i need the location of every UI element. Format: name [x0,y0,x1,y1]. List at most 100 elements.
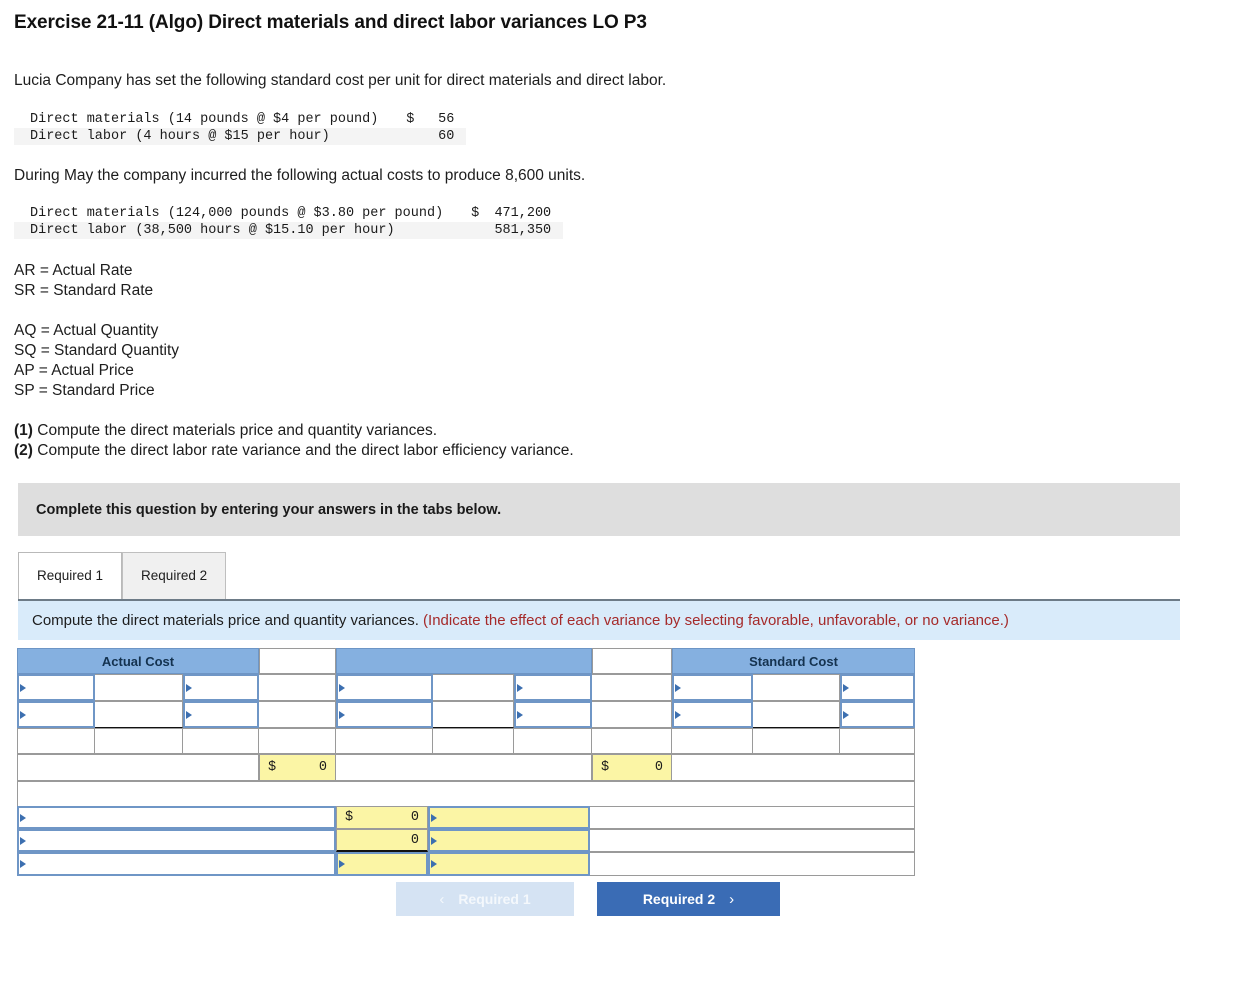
middle-price-dropdown-row1[interactable] [514,674,592,701]
standard-cost-header: Standard Cost [672,648,915,674]
requirement-item: (1) Compute the direct materials price a… [14,421,574,441]
chevron-right-icon [431,813,437,822]
chevron-right-icon [339,860,345,868]
chevron-right-icon [186,683,192,692]
spacer-cell-5 [336,728,433,754]
spacer-cell-7 [514,728,592,754]
tab-required-2[interactable]: Required 2 [122,552,227,599]
totals-blank-middle [336,754,592,781]
variance-answer-grid: Actual Cost Standard Cost $ 0 $ 0 $ 0 0 [17,648,915,876]
standard-price-dropdown-row2[interactable] [840,701,915,728]
intro-paragraph-2: During May the company incurred the foll… [14,167,586,184]
variance-effect-dropdown-3[interactable] [428,852,590,876]
chevron-right-icon: › [729,890,735,908]
complete-question-text: Complete this question by entering your … [36,501,502,518]
chevron-right-icon [20,813,26,822]
requirement-text: Compute the direct labor rate variance a… [32,442,574,459]
abbreviation-line: AQ = Actual Quantity [14,322,159,339]
variance-dollar-sign: $ [345,810,354,825]
chevron-right-icon [675,683,681,692]
standard-value-row1[interactable] [753,674,840,701]
actual-cost-header: Actual Cost [17,648,259,674]
requirement-number: (1) [14,422,33,439]
spacer-cell-10 [753,728,840,754]
fact-dollar [388,128,414,145]
actual-price-dropdown-row1[interactable] [183,674,259,701]
tab-required-1[interactable]: Required 1 [18,552,123,599]
chevron-right-icon [20,710,26,719]
middle-quantity-dropdown-row1[interactable] [336,674,433,701]
chevron-right-icon [186,710,192,719]
variance-amount-2[interactable]: 0 [336,829,428,852]
chevron-left-icon: ‹ [439,890,445,908]
next-required-button[interactable]: Required 2 › [597,882,780,916]
fact-label: Direct labor (4 hours @ $15 per hour) [30,129,330,144]
middle-value-row1[interactable] [433,674,514,701]
table-row: Direct labor (38,500 hours @ $15.10 per … [14,222,564,239]
variance-label-dropdown-3[interactable] [17,852,336,876]
spacer-cell-6 [433,728,514,754]
fact-amount: 60 [438,129,455,144]
standard-quantity-dropdown-row1[interactable] [672,674,753,701]
standard-cost-facts-table: Direct materials (14 pounds @ $4 per pou… [14,111,467,145]
fact-label: Direct labor (38,500 hours @ $15.10 per … [30,223,395,238]
intro-paragraph-1: Lucia Company has set the following stan… [14,72,667,89]
fact-label: Direct materials (124,000 pounds @ $3.80… [30,206,444,221]
standard-value-row2[interactable] [753,701,840,728]
actual-cost-total[interactable]: $ 0 [259,754,336,781]
abbreviation-line: SR = Standard Rate [14,282,154,299]
variance-section-spacer [17,781,915,807]
chevron-right-icon [20,683,26,692]
variance-label-dropdown-1[interactable] [17,806,336,829]
prompt-text-wrapper: Compute the direct materials price and q… [32,612,1009,629]
prompt-main-text: Compute the direct materials price and q… [32,612,419,629]
variance-value: 0 [410,832,419,848]
variance-row-3-tail [590,852,915,876]
fact-label: Direct materials (14 pounds @ $4 per pou… [30,112,379,127]
totals-blank-left [17,754,259,781]
total-value: 0 [654,760,663,775]
complete-question-bar: Complete this question by entering your … [18,483,1180,536]
actual-price-dropdown-row2[interactable] [183,701,259,728]
actual-quantity-dropdown-row1[interactable] [17,674,95,701]
standard-price-dropdown-row1[interactable] [840,674,915,701]
actual-quantity-value-row1[interactable] [95,674,183,701]
standard-cost-total[interactable]: $ 0 [592,754,672,781]
standard-quantity-dropdown-row2[interactable] [672,701,753,728]
fact-amount: 56 [438,112,455,127]
variance-amount-1[interactable]: $ 0 [336,806,428,829]
fact-dollar: $ [471,206,480,221]
exercise-page: Exercise 21-11 (Algo) Direct materials a… [0,0,1233,993]
total-value: 0 [318,760,327,775]
middle-quantity-dropdown-row2[interactable] [336,701,433,728]
gap-cell-row2-left [259,701,336,728]
abbreviation-line: AR = Actual Rate [14,262,133,279]
chevron-right-icon [20,860,26,868]
spacer-cell-9 [672,728,753,754]
chevron-right-icon [517,683,523,692]
variance-row-2-tail [590,829,915,852]
variance-effect-dropdown-1[interactable] [428,806,590,829]
actual-quantity-dropdown-row2[interactable] [17,701,95,728]
fact-dollar [453,222,479,239]
chevron-right-icon [843,710,849,719]
question-prompt-bar: Compute the direct materials price and q… [18,599,1180,640]
middle-header [336,648,592,674]
fact-amount: 471,200 [494,206,552,221]
middle-price-dropdown-row2[interactable] [514,701,592,728]
previous-required-button[interactable]: ‹ Required 1 [396,882,574,916]
middle-value-row2[interactable] [433,701,514,728]
abbreviation-line: AP = Actual Price [14,362,134,379]
actual-cost-facts-table: Direct materials (124,000 pounds @ $3.80… [14,205,564,239]
spacer-cell-2 [95,728,183,754]
variance-label-dropdown-2[interactable] [17,829,336,852]
variance-amount-dropdown-3[interactable] [336,852,428,876]
table-row: Direct labor (4 hours @ $15 per hour) 60 [14,128,467,145]
chevron-right-icon [339,710,345,719]
total-dollar-sign: $ [268,760,277,775]
actual-quantity-value-row2[interactable] [95,701,183,728]
chevron-right-icon [843,683,849,692]
variance-effect-dropdown-2[interactable] [428,829,590,852]
fact-amount: 581,350 [494,223,552,238]
abbreviation-line: SQ = Standard Quantity [14,342,179,359]
